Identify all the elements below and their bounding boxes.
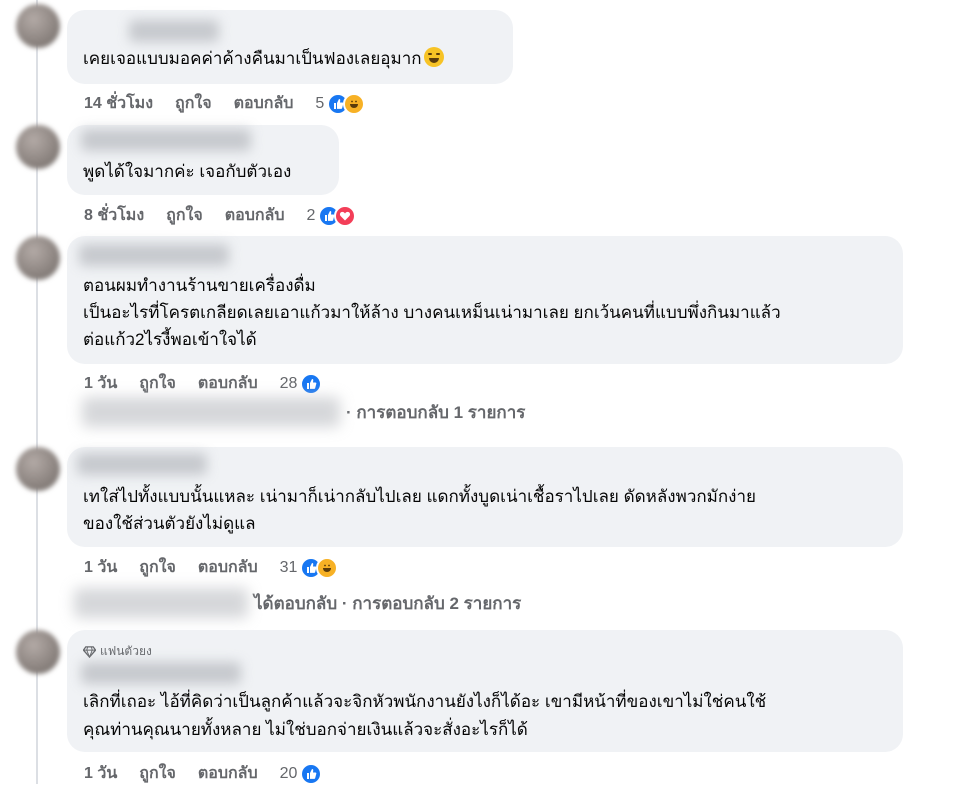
commenter-avatar[interactable] bbox=[16, 236, 60, 280]
replies-count-label[interactable]: · การตอบกลับ 1 รายการ bbox=[346, 399, 525, 426]
comment-bubble: พูดได้ใจมากค่ะ เจอกับตัวเอง bbox=[67, 125, 339, 195]
like-reaction-icon[interactable] bbox=[300, 372, 323, 395]
reaction-count[interactable]: 5 bbox=[315, 95, 324, 113]
comment-text-line: ต่อแก้ว2ไรงี้พอเข้าใจได้ bbox=[83, 330, 257, 349]
reaction-count[interactable]: 2 bbox=[307, 207, 316, 225]
like-button[interactable]: ถูกใจ bbox=[139, 555, 176, 580]
comment-bubble: ตอนผมทำงานร้านขายเครื่องดื่ม เป็นอะไรที่… bbox=[67, 236, 903, 364]
comment-text-line: ของใช้ส่วนตัวยังไม่ดูแล bbox=[83, 514, 256, 533]
comment-time[interactable]: 1 วัน bbox=[84, 761, 117, 786]
comment-text-line: เป็นอะไรที่โครตเกลียดเลยเอาแก้วมาให้ล้าง… bbox=[83, 303, 781, 322]
comment-actions: 8 ชั่วโมง ถูกใจ ตอบกลับ 2 bbox=[84, 203, 357, 228]
haha-reaction-icon[interactable] bbox=[316, 556, 339, 579]
like-reaction-icon[interactable] bbox=[300, 762, 323, 785]
commenter-name[interactable] bbox=[129, 20, 219, 42]
comment-time[interactable]: 1 วัน bbox=[84, 555, 117, 580]
reaction-count[interactable]: 31 bbox=[280, 559, 298, 577]
reply-button[interactable]: ตอบกลับ bbox=[225, 203, 285, 228]
comment-text: พูดได้ใจมากค่ะ เจอกับตัวเอง bbox=[83, 162, 292, 181]
view-replies-link[interactable]: · การตอบกลับ 1 รายการ bbox=[82, 397, 525, 427]
comment-actions: 1 วัน ถูกใจ ตอบกลับ 20 bbox=[84, 761, 323, 786]
comment-actions: 1 วัน ถูกใจ ตอบกลับ 28 bbox=[84, 371, 323, 396]
comment-bubble: เทใส่ไปทั้งแบบนั้นแหละ เน่ามาก็เน่ากลับไ… bbox=[67, 447, 903, 547]
commenter-avatar[interactable] bbox=[16, 630, 60, 674]
reply-preview bbox=[74, 588, 248, 618]
reaction-count[interactable]: 20 bbox=[280, 765, 298, 783]
comment-bubble: แฟนตัวยง เลิกที่เถอะ ไอ้ที่คิดว่าเป็นลูก… bbox=[67, 630, 903, 752]
comment-bubble: เคยเจอแบบมอคค่าค้างคืนมาเป็นฟองเลยอุมาก bbox=[67, 10, 513, 84]
comment-text-line: ตอนผมทำงานร้านขายเครื่องดื่ม bbox=[83, 276, 316, 295]
haha-reaction-icon[interactable] bbox=[343, 92, 366, 115]
comment-actions: 1 วัน ถูกใจ ตอบกลับ 31 bbox=[84, 555, 339, 580]
comment-text-line: เทใส่ไปทั้งแบบนั้นแหละ เน่ามาก็เน่ากลับไ… bbox=[83, 487, 756, 506]
commenter-name[interactable] bbox=[81, 662, 241, 684]
commenter-avatar[interactable] bbox=[16, 447, 60, 491]
comment-text-line: คุณท่านคุณนายทั้งหลาย ไม่ใช่บอกจ่ายเงินแ… bbox=[83, 720, 528, 739]
badge-label: แฟนตัวยง bbox=[100, 644, 152, 658]
commenter-name[interactable] bbox=[81, 129, 251, 151]
reply-button[interactable]: ตอบกลับ bbox=[198, 761, 258, 786]
commenter-avatar[interactable] bbox=[16, 4, 60, 48]
reply-button[interactable]: ตอบกลับ bbox=[234, 91, 294, 116]
like-button[interactable]: ถูกใจ bbox=[166, 203, 203, 228]
like-button[interactable]: ถูกใจ bbox=[175, 91, 212, 116]
top-fan-badge: แฟนตัวยง bbox=[83, 642, 152, 661]
commenter-avatar[interactable] bbox=[16, 125, 60, 169]
comment-text: เคยเจอแบบมอคค่าค้างคืนมาเป็นฟองเลยอุมาก bbox=[83, 46, 444, 72]
commenter-name[interactable] bbox=[77, 453, 207, 475]
love-reaction-icon[interactable] bbox=[334, 204, 357, 227]
comment-text-line: เลิกที่เถอะ ไอ้ที่คิดว่าเป็นลูกค้าแล้วจะ… bbox=[83, 692, 767, 711]
comment-time[interactable]: 1 วัน bbox=[84, 371, 117, 396]
like-button[interactable]: ถูกใจ bbox=[139, 371, 176, 396]
reaction-count[interactable]: 28 bbox=[280, 375, 298, 393]
reply-preview bbox=[82, 397, 340, 427]
view-replies-link[interactable]: ได้ตอบกลับ · การตอบกลับ 2 รายการ bbox=[74, 588, 521, 618]
diamond-icon bbox=[83, 646, 96, 658]
replies-count-label[interactable]: ได้ตอบกลับ · การตอบกลับ 2 รายการ bbox=[254, 590, 521, 617]
reply-button[interactable]: ตอบกลับ bbox=[198, 371, 258, 396]
like-button[interactable]: ถูกใจ bbox=[139, 761, 176, 786]
comment-actions: 14 ชั่วโมง ถูกใจ ตอบกลับ 5 bbox=[84, 91, 366, 116]
weary-face-emoji bbox=[423, 47, 444, 67]
comment-time[interactable]: 14 ชั่วโมง bbox=[84, 91, 153, 116]
reply-button[interactable]: ตอบกลับ bbox=[198, 555, 258, 580]
comment-time[interactable]: 8 ชั่วโมง bbox=[84, 203, 144, 228]
commenter-name[interactable] bbox=[79, 244, 229, 266]
